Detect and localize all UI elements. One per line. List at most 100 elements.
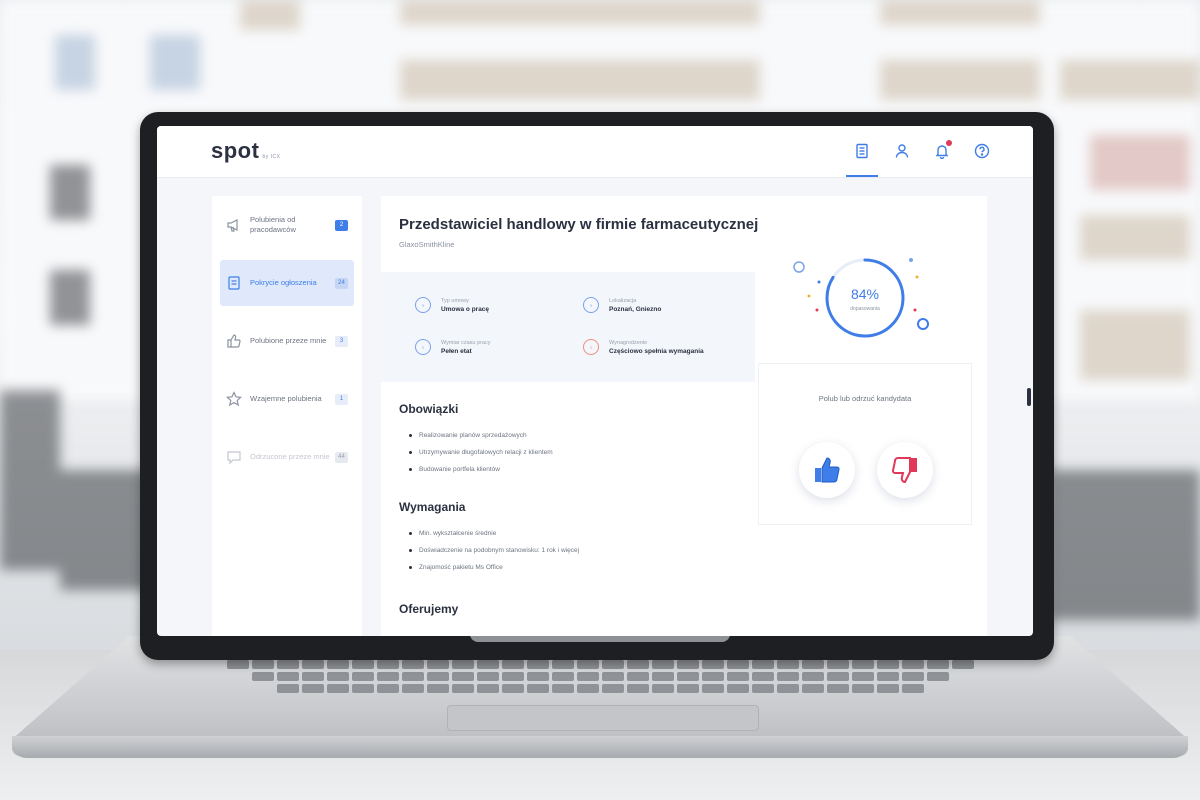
sidebar: Polubienia od pracodawców 2 Pokrycie ogł… xyxy=(212,196,362,636)
brand-name: spot xyxy=(211,138,260,163)
sidebar-item-count: 24 xyxy=(335,277,348,289)
duties-list: Realizowanie planów sprzedażowych Utrzym… xyxy=(409,432,553,483)
keyboard-key xyxy=(601,660,624,669)
keyboard-key xyxy=(826,660,849,669)
sidebar-item-count: 44 xyxy=(335,451,348,463)
scrollbar-thumb[interactable] xyxy=(1027,388,1031,406)
keyboard-key xyxy=(851,660,874,669)
sidebar-item-liked-by-me[interactable]: Polubione przeze mnie 3 xyxy=(220,318,354,364)
list-item: Doświadczenie na podobnym stanowisku: 1 … xyxy=(409,547,579,564)
keyboard-key xyxy=(426,660,449,669)
sidebar-item-mutual-likes[interactable]: Wzajemne polubienia 1 xyxy=(220,376,354,422)
keyboard-key xyxy=(476,672,499,681)
keyboard-key xyxy=(701,684,724,693)
brand-logo[interactable]: spot by ICX xyxy=(211,138,280,164)
keyboard-key xyxy=(276,684,299,693)
star-icon xyxy=(226,391,242,407)
keyboard-key xyxy=(601,684,624,693)
keyboard-key xyxy=(376,660,399,669)
location-icon: ◦ xyxy=(583,297,599,313)
keyboard-key xyxy=(426,684,449,693)
keyboard-key xyxy=(926,672,949,681)
keyboard-key xyxy=(526,660,549,669)
keyboard-key xyxy=(676,672,699,681)
info-contract-type: ◦ Typ umowy Umowa o pracę xyxy=(415,290,575,320)
keyboard-key xyxy=(951,660,974,669)
keyboard-key xyxy=(826,672,849,681)
keyboard-key xyxy=(926,660,949,669)
salary-icon: ◦ xyxy=(583,339,599,355)
like-button[interactable] xyxy=(799,442,855,498)
dislike-button[interactable] xyxy=(877,442,933,498)
sidebar-item-count: 1 xyxy=(335,393,348,405)
keyboard-key xyxy=(351,672,374,681)
keyboard-key xyxy=(726,672,749,681)
keyboard-key xyxy=(626,660,649,669)
keyboard-key xyxy=(776,684,799,693)
sidebar-item-count: 3 xyxy=(335,335,348,347)
list-item: Realizowanie planów sprzedażowych xyxy=(409,432,553,449)
match-score-card: 84% dopasowania xyxy=(759,252,971,360)
bell-icon[interactable] xyxy=(933,140,952,160)
info-key: Typ umowy xyxy=(441,297,469,304)
match-percent: 84% xyxy=(850,286,880,302)
clipboard-icon xyxy=(228,276,240,290)
keyboard-key xyxy=(676,660,699,669)
document-icon[interactable] xyxy=(846,142,878,177)
sidebar-item-coverage[interactable]: Pokrycie ogłoszenia 24 xyxy=(220,260,354,306)
keyboard-key xyxy=(551,684,574,693)
sidebar-item-employer-likes[interactable]: Polubienia od pracodawców 2 xyxy=(220,202,354,248)
keyboard-key xyxy=(401,684,424,693)
keyboard-key xyxy=(901,660,924,669)
keyboard-key xyxy=(351,660,374,669)
sidebar-item-label: Polubienia od pracodawców xyxy=(250,215,296,234)
keyboard-key xyxy=(451,660,474,669)
keyboard-key xyxy=(301,684,324,693)
sidebar-item-label: Polubione przeze mnie xyxy=(250,336,327,345)
user-icon[interactable] xyxy=(893,142,911,160)
keyboard-key xyxy=(601,672,624,681)
trackpad xyxy=(447,705,759,731)
decision-card: Polub lub odrzuć kandydata xyxy=(759,364,971,524)
keyboard-key xyxy=(326,660,349,669)
list-item: Budowanie portfela klientów xyxy=(409,466,553,483)
list-item: Min. wykształcenie średnie xyxy=(409,530,579,547)
top-bar: spot by ICX xyxy=(157,126,1033,178)
keyboard-key xyxy=(301,672,324,681)
keyboard-key xyxy=(576,660,599,669)
keyboard-key xyxy=(276,672,299,681)
keyboard-key xyxy=(851,672,874,681)
job-info-box: ◦ Typ umowy Umowa o pracę ◦ Lokalizacja Po… xyxy=(381,272,755,382)
keyboard-key xyxy=(776,672,799,681)
keyboard-row xyxy=(110,660,1090,669)
sidebar-item-label: Pokrycie ogłoszenia xyxy=(250,278,317,287)
keyboard-key xyxy=(901,672,924,681)
info-key: Wynagrodzenie xyxy=(609,339,648,346)
keyboard-key xyxy=(251,672,274,681)
sidebar-item-rejected[interactable]: Odrzucone przeze mnie 44 xyxy=(220,434,354,480)
brand-suffix: by ICX xyxy=(262,154,281,160)
keyboard-key xyxy=(426,672,449,681)
keyboard-key xyxy=(776,660,799,669)
keyboard-key xyxy=(751,672,774,681)
sidebar-item-label: Odrzucone przeze mnie xyxy=(250,452,330,461)
keyboard-key xyxy=(626,684,649,693)
help-icon[interactable] xyxy=(973,142,991,160)
keyboard-row xyxy=(110,672,1090,681)
keyboard-key xyxy=(701,660,724,669)
keyboard-key xyxy=(376,672,399,681)
keyboard-key xyxy=(876,660,899,669)
keyboard-key xyxy=(626,672,649,681)
keyboard-key xyxy=(551,660,574,669)
job-title: Przedstawiciel handlowy w firmie farmace… xyxy=(399,216,759,233)
keyboard-key xyxy=(651,660,674,669)
match-label: dopasowania xyxy=(850,306,880,312)
info-value: Poznań, Gniezno xyxy=(609,305,662,313)
sidebar-item-label: Wzajemne polubienia xyxy=(250,394,322,403)
keyboard-key xyxy=(726,660,749,669)
keyboard-key xyxy=(476,684,499,693)
keyboard-key xyxy=(576,684,599,693)
keyboard-key xyxy=(676,684,699,693)
keyboard-key xyxy=(851,684,874,693)
keyboard-key xyxy=(826,684,849,693)
